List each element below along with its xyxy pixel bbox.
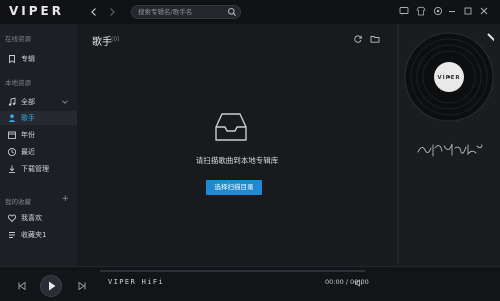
minimize-icon[interactable] <box>446 5 458 17</box>
message-icon[interactable] <box>398 5 410 17</box>
calendar-icon <box>8 131 16 139</box>
folder-icon[interactable] <box>370 34 380 44</box>
maximize-icon[interactable] <box>462 5 474 17</box>
heart-icon <box>7 214 17 223</box>
main-content: 歌手 (0) 请扫描歌曲到本地专辑库 选择扫描目录 <box>77 24 397 266</box>
sidebar-item-favorites[interactable]: 我喜欢 <box>0 211 77 225</box>
sidebar-item-downloads[interactable]: 下载管理 <box>0 162 77 176</box>
sidebar-item-year[interactable]: 年份 <box>0 128 77 142</box>
empty-state-message: 请扫描歌曲到本地专辑库 <box>195 156 279 165</box>
page-title: 歌手 <box>92 37 112 48</box>
settings-icon[interactable] <box>432 5 444 17</box>
search-input[interactable] <box>138 6 226 18</box>
sidebar-item-albums[interactable]: 专辑 <box>0 52 77 66</box>
add-collection-button[interactable]: + <box>61 194 69 204</box>
list-icon <box>9 232 15 238</box>
play-icon <box>49 281 56 291</box>
play-button[interactable] <box>40 275 62 297</box>
section-title-online: 在线资源 <box>5 35 31 43</box>
section-title-local: 本地资源 <box>5 79 31 87</box>
search-box[interactable] <box>131 5 241 19</box>
empty-tray-icon <box>215 113 247 141</box>
section-title-collection: 我的收藏 <box>5 198 31 206</box>
previous-track-icon[interactable] <box>16 280 28 292</box>
sidebar-item-recent[interactable]: 最近 <box>0 145 77 159</box>
search-icon[interactable] <box>227 7 237 17</box>
progress-bar[interactable] <box>100 270 365 272</box>
close-icon[interactable] <box>478 5 490 17</box>
download-icon <box>9 165 15 173</box>
sidebar-item-label: 全部 <box>21 98 35 106</box>
sidebar-item-label: 最近 <box>21 148 35 156</box>
chevron-down-icon[interactable] <box>61 98 69 106</box>
sidebar-item-label: 收藏夹1 <box>21 231 47 239</box>
volume-icon[interactable] <box>354 278 364 288</box>
sidebar-item-label: 下载管理 <box>21 165 49 173</box>
sidebar-item-label: 年份 <box>21 131 35 139</box>
sidebar-item-label: 歌手 <box>21 114 35 122</box>
sidebar-item-all[interactable]: 全部 <box>0 95 77 109</box>
vinyl-record-icon: VIPER <box>404 32 494 122</box>
select-scan-directory-button[interactable]: 选择扫描目录 <box>206 180 262 195</box>
sidebar-item-label: 我喜欢 <box>21 214 42 222</box>
handwritten-signature <box>417 143 483 157</box>
title-bar: VIPER <box>0 0 500 24</box>
skin-icon[interactable] <box>415 5 427 17</box>
clock-icon <box>7 147 17 157</box>
bookmark-icon <box>9 55 15 64</box>
refresh-icon[interactable] <box>353 34 363 44</box>
forward-button[interactable] <box>106 6 118 18</box>
track-title: VIPER HiFi <box>108 278 165 286</box>
person-icon <box>8 114 16 122</box>
next-track-icon[interactable] <box>76 280 88 292</box>
now-playing-panel: VIPER <box>397 24 500 266</box>
back-button[interactable] <box>88 6 100 18</box>
chevron-left-icon <box>91 8 96 16</box>
sidebar: 在线资源 专辑 本地资源 全部 歌手 年份 最近 下载管理 我的收藏 + 我喜欢… <box>0 24 77 266</box>
artist-count: (0) <box>111 36 120 43</box>
sidebar-item-playlist-1[interactable]: 收藏夹1 <box>0 228 77 242</box>
app-logo: VIPER <box>9 4 64 18</box>
music-note-icon <box>8 97 16 106</box>
sidebar-item-label: 专辑 <box>21 55 35 63</box>
player-bar: VIPER HiFi 00:00 / 00:00 <box>0 266 500 301</box>
chevron-right-icon <box>110 8 115 16</box>
sidebar-item-artists[interactable]: 歌手 <box>0 111 77 125</box>
